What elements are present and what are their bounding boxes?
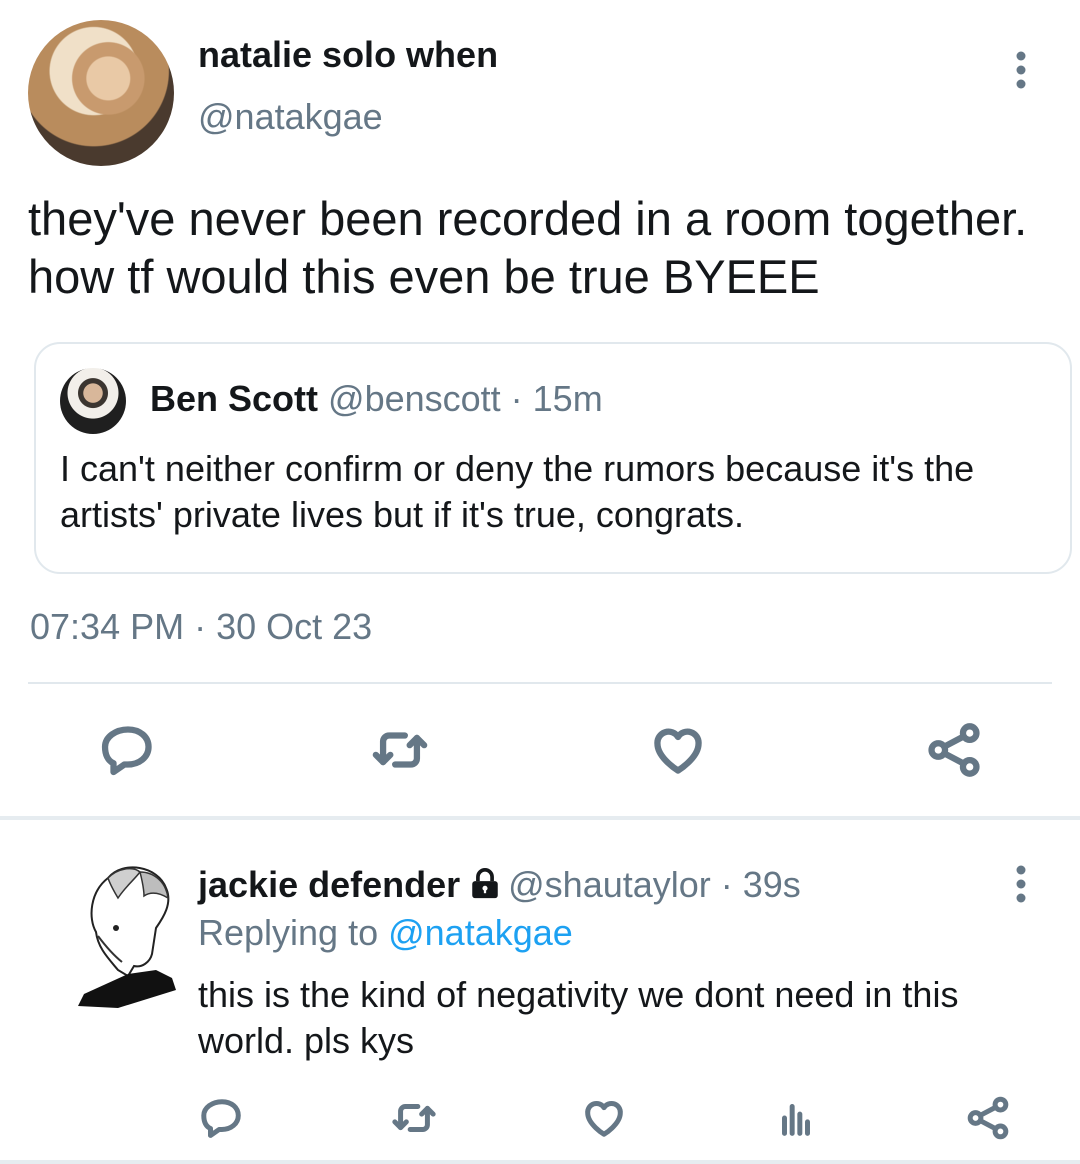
retweet-button[interactable] xyxy=(368,718,432,782)
like-button[interactable] xyxy=(646,718,710,782)
tweet-text: they've never been recorded in a room to… xyxy=(28,192,1028,303)
share-button[interactable] xyxy=(922,718,986,782)
reply-display-name[interactable]: jackie defender xyxy=(198,864,460,905)
replying-mention-link[interactable]: @natakgae xyxy=(388,912,573,953)
reply-avatar[interactable] xyxy=(78,858,176,1008)
replying-prefix: Replying to xyxy=(198,912,389,953)
quoted-tweet-text: I can't neither confirm or deny the rumo… xyxy=(60,448,975,535)
analytics-icon xyxy=(782,1104,810,1136)
user-handle[interactable]: @natakgae xyxy=(198,96,383,138)
reply-icon xyxy=(101,726,152,776)
retweet-icon xyxy=(372,732,428,768)
share-icon xyxy=(928,723,980,777)
avatar[interactable] xyxy=(28,20,174,166)
reply-icon xyxy=(201,1099,241,1138)
display-name[interactable]: natalie solo when xyxy=(198,34,498,76)
quoted-tweet-header: Ben Scott @benscott · 15m xyxy=(150,378,603,420)
share-icon xyxy=(967,1096,1009,1140)
reply-text: this is the kind of negativity we dont n… xyxy=(198,974,959,1061)
like-icon xyxy=(654,728,702,774)
quoted-time: · 15m xyxy=(500,378,603,419)
reply-handle[interactable]: @shautaylor xyxy=(508,864,711,905)
reply-share-button[interactable] xyxy=(962,1092,1014,1144)
reply-reply-button[interactable] xyxy=(196,1092,248,1144)
tweet-timestamp: 07:34 PM · 30 Oct 23 xyxy=(30,606,373,647)
quoted-handle: @benscott xyxy=(328,378,501,419)
bottom-divider xyxy=(0,1160,1080,1164)
reply-button[interactable] xyxy=(96,718,160,782)
reply-more-options-icon[interactable] xyxy=(1004,862,1038,906)
lock-icon xyxy=(468,867,502,901)
reply-time: · 39s xyxy=(710,864,801,905)
divider xyxy=(28,682,1052,684)
quoted-display-name: Ben Scott xyxy=(150,378,319,419)
more-options-icon[interactable] xyxy=(1004,48,1038,92)
like-icon xyxy=(585,1100,623,1137)
reply-retweet-button[interactable] xyxy=(388,1092,440,1144)
section-divider xyxy=(0,816,1080,820)
replying-to: Replying to @natakgae xyxy=(198,912,573,954)
reply-header: jackie defender @shautaylor · 39s xyxy=(198,864,801,906)
retweet-icon xyxy=(392,1104,436,1132)
quoted-avatar xyxy=(60,368,126,434)
reply-like-button[interactable] xyxy=(578,1092,630,1144)
reply-analytics-button[interactable] xyxy=(770,1092,822,1144)
